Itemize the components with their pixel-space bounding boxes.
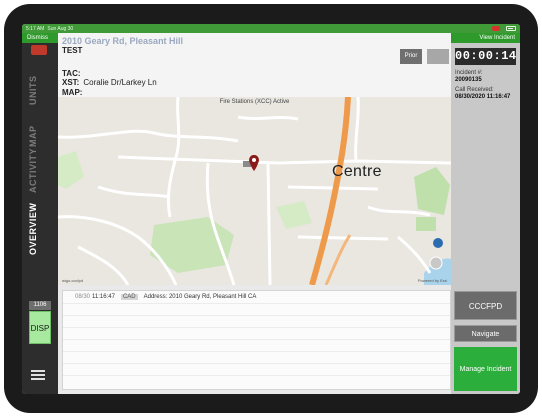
tac-label: TAC: [62,69,81,78]
unit-id-badge: 1106 [29,301,51,310]
battery-icon [506,26,516,31]
call-received-value: 08/30/2020 11:16:47 [455,94,511,100]
incident-map[interactable]: Fire Stations (XCC) Active Centre wigo-c… [58,97,451,285]
tab-map[interactable]: MAP [28,126,38,148]
map-label: MAP: [62,88,83,97]
log-date: 08/30 [75,293,91,300]
tab-overview[interactable]: OVERVIEW [28,203,38,255]
map-id-label: wigo-cccfpd [62,278,84,283]
log-divider [63,315,450,316]
view-incident-button[interactable]: View Incident [479,35,515,41]
log-divider [63,327,450,328]
navigate-button[interactable]: Navigate [454,325,517,342]
park-area [276,201,312,229]
manage-incident-button[interactable]: Manage Incident [454,347,517,391]
park-area [414,167,450,215]
street-network [58,97,451,285]
status-date: Sun Aug 30 [47,25,74,32]
unit-marker[interactable] [433,238,443,248]
map-attribution: Powered by Esri [417,278,447,283]
log-divider [63,303,450,304]
log-source-badge: CAD [120,293,138,300]
log-time: 11:16:47 [92,293,115,300]
xst-label: XST: [62,78,80,87]
menu-icon[interactable] [31,370,45,381]
disp-status-button[interactable]: DISP [29,311,51,344]
dismiss-button[interactable]: Dismiss [27,35,48,41]
status-time: 5:17 AM [26,25,45,32]
tac-field: TAC: [62,69,85,78]
map-title: Fire Stations (XCC) Active [219,99,290,105]
left-rail: UNITS MAP ACTIVITY OVERVIEW 1106 DISP [22,43,58,394]
incident-number-label: Incident #: [455,70,483,76]
xst-field: XST: Coralie Dr/Larkey Ln [62,78,157,87]
activity-log[interactable]: 08/30 11:16:47 CAD Address: 2010 Geary R… [62,290,451,390]
agency-logo [31,45,47,55]
location-marker[interactable] [429,256,443,270]
map-canvas [58,97,451,285]
map-place-label: Centre [332,163,382,180]
status-bar: 5:17 AM Sun Aug 30 [22,24,520,33]
xst-value: Coralie Dr/Larkey Ln [83,78,157,87]
log-divider [63,363,450,364]
tab-activity[interactable]: ACTIVITY [28,148,38,193]
tab-units[interactable]: UNITS [28,76,38,106]
incident-pin-icon[interactable] [249,155,259,171]
log-divider [63,375,450,376]
incident-number-value: 20090135 [455,77,482,83]
record-icon [492,26,500,31]
agency-button[interactable]: CCCFPD [454,291,517,320]
incident-type: TEST [62,46,83,55]
elapsed-timer: 00:00:14 [455,48,517,65]
app-screen: 5:17 AM Sun Aug 30 Dismiss Status change… [22,24,520,394]
log-divider [63,339,450,340]
secondary-button[interactable] [427,49,449,64]
prior-button[interactable]: Prior [400,49,422,64]
map-field: MAP: [62,88,86,97]
highway-road [309,97,351,285]
incident-address: 2010 Geary Rd, Pleasant Hill [62,36,184,46]
park-area [58,151,84,189]
park-area [416,217,436,231]
highway-ramp [324,234,352,285]
incident-info-panel: 00:00:14 Incident #: 20090135 Call Recei… [451,43,520,394]
log-divider [63,351,450,352]
call-received-label: Call Received: [455,87,494,93]
log-entry: 08/30 11:16:47 CAD Address: 2010 Geary R… [63,291,450,302]
tablet-frame: 5:17 AM Sun Aug 30 Dismiss Status change… [4,4,538,413]
log-text: Address: 2010 Geary Rd, Pleasant Hill CA [143,293,257,300]
